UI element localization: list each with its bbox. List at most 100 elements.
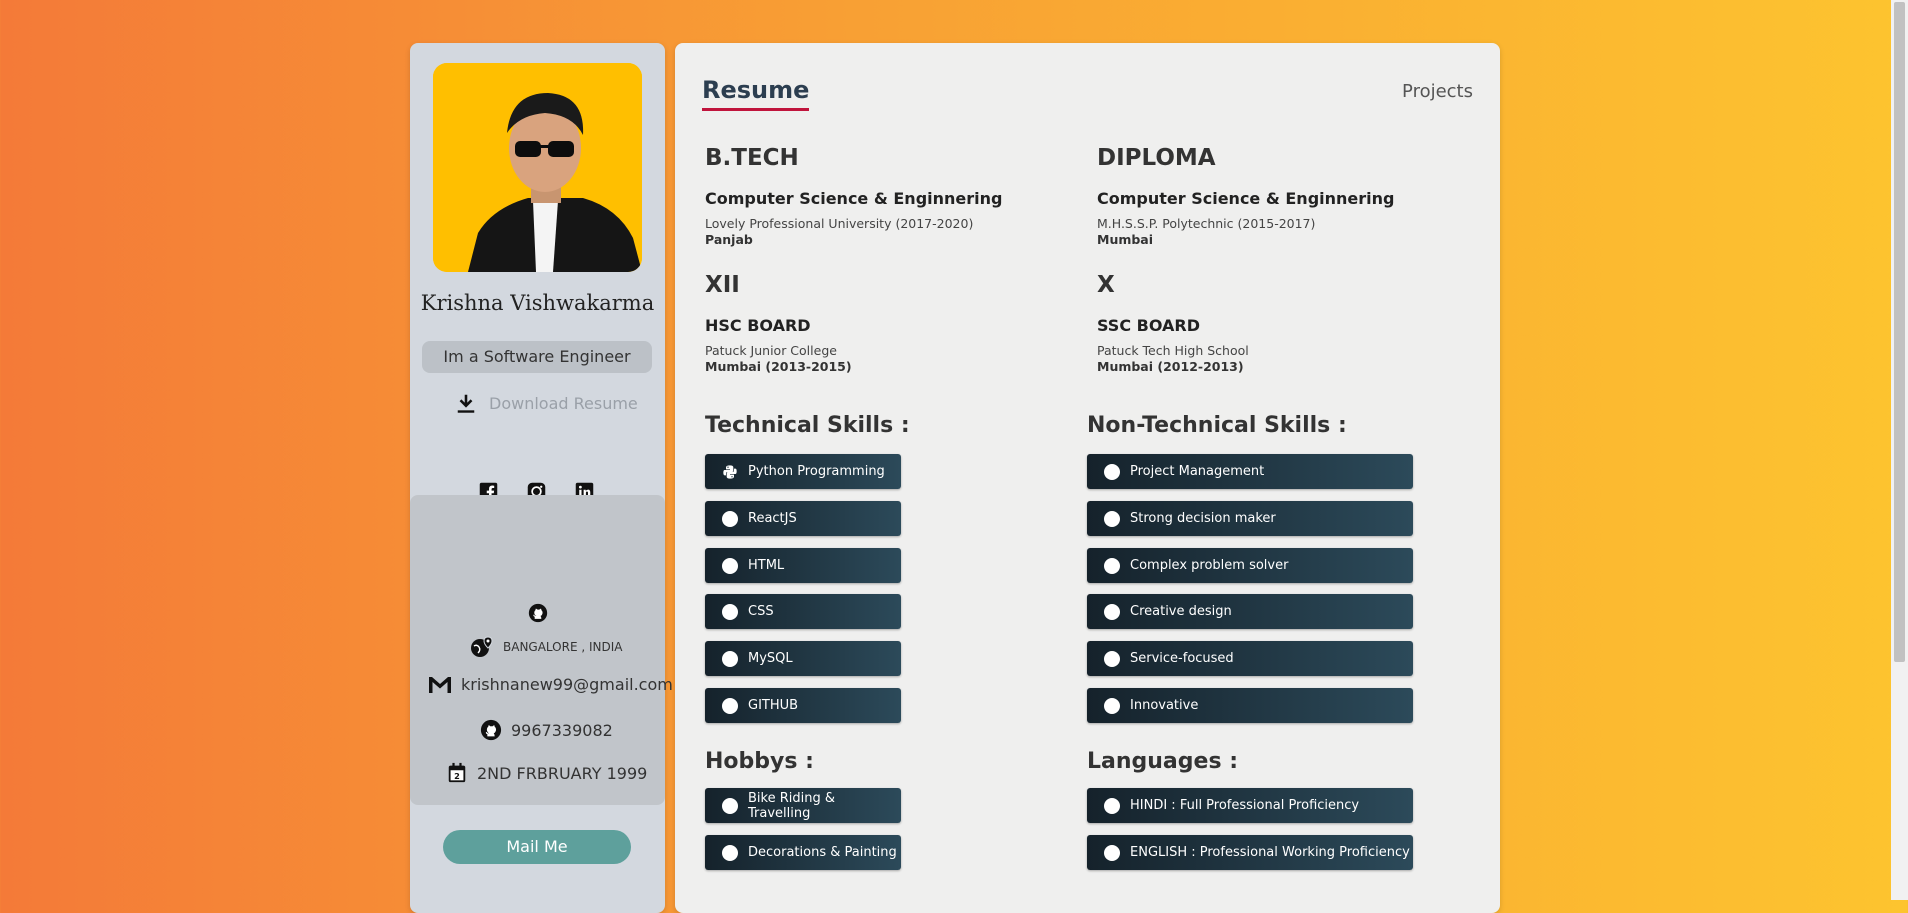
skill-label: MySQL	[748, 651, 793, 666]
github-icon[interactable]	[528, 603, 548, 623]
hobbies-title: Hobbys :	[705, 749, 814, 774]
dob-text: 2ND FRBRUARY 1999	[477, 763, 648, 783]
bullet-icon	[1104, 557, 1120, 574]
skill-chip: Python Programming	[705, 454, 901, 489]
bullet-icon	[722, 844, 738, 861]
bullet-icon	[1104, 510, 1120, 527]
contact-info: BANGALORE , INDIA krishnanew99@gmail.com…	[410, 495, 673, 805]
institute-name: Patuck Junior College	[705, 343, 837, 358]
skill-label: Innovative	[1130, 698, 1199, 713]
hobby-chip: Bike Riding & Travelling	[705, 788, 901, 823]
skill-label: Python Programming	[748, 464, 885, 479]
bullet-icon	[722, 650, 738, 667]
email-row: krishnanew99@gmail.com	[428, 675, 673, 694]
svg-text:2: 2	[454, 771, 460, 781]
tab-projects[interactable]: Projects	[1402, 81, 1473, 102]
skill-chip: Complex problem solver	[1087, 548, 1413, 583]
language-chip: ENGLISH : Professional Working Proficien…	[1087, 835, 1413, 870]
skill-label: GITHUB	[748, 698, 799, 713]
skill-chip: CSS	[705, 594, 901, 629]
bullet-icon	[1104, 650, 1120, 667]
institute-name: Patuck Tech High School	[1097, 343, 1249, 358]
degree-title: B.TECH	[705, 145, 799, 171]
phone-text: 9967339082	[511, 720, 613, 740]
skill-label: Creative design	[1130, 604, 1232, 619]
tab-resume[interactable]: Resume	[702, 76, 810, 111]
download-resume-link[interactable]: Download Resume	[455, 388, 638, 418]
skill-chip: Service-focused	[1087, 641, 1413, 676]
degree-field: Computer Science & Enginnering	[1097, 189, 1395, 208]
avatar	[433, 63, 642, 272]
download-label: Download Resume	[489, 393, 638, 413]
institute-location: Mumbai (2012-2013)	[1097, 359, 1244, 374]
github-icon	[480, 719, 502, 741]
skill-label: Service-focused	[1130, 651, 1234, 666]
institute-location: Mumbai	[1097, 232, 1154, 247]
degree-title: XII	[705, 272, 740, 298]
python-icon	[723, 464, 737, 479]
language-chip: HINDI : Full Professional Proficiency	[1087, 788, 1413, 823]
degree-field: Computer Science & Enginnering	[705, 189, 1003, 208]
degree-field: SSC BOARD	[1097, 316, 1200, 335]
degree-title: DIPLOMA	[1097, 145, 1216, 171]
bullet-icon	[722, 603, 738, 620]
bullet-icon	[722, 697, 738, 714]
institute-name: M.H.S.S.P. Polytechnic (2015-2017)	[1097, 216, 1316, 231]
location-row: BANGALORE , INDIA	[470, 635, 623, 659]
skill-chip: Creative design	[1087, 594, 1413, 629]
languages-title: Languages :	[1087, 749, 1239, 774]
institute-location: Panjab	[705, 232, 753, 247]
resume-panel: Resume Projects B.TECH Computer Science …	[675, 43, 1500, 913]
download-icon	[457, 394, 475, 413]
degree-field: HSC BOARD	[705, 316, 811, 335]
phone-row: 9967339082	[480, 719, 613, 741]
education-diploma: DIPLOMA Computer Science & Enginnering M…	[1097, 145, 1457, 247]
profile-photo	[433, 63, 642, 272]
skill-chip: MySQL	[705, 641, 901, 676]
role-badge: Im a Software Engineer	[422, 341, 652, 373]
language-label: ENGLISH : Professional Working Proficien…	[1130, 845, 1410, 860]
profile-name: Krishna Vishwakarma	[420, 291, 655, 315]
hobby-label: Bike Riding & Travelling	[748, 790, 835, 821]
education-btech: B.TECH Computer Science & Enginnering Lo…	[705, 145, 1065, 247]
skill-chip: Innovative	[1087, 688, 1413, 723]
education-xii: XII HSC BOARD Patuck Junior College Mumb…	[705, 272, 1065, 374]
email-text[interactable]: krishnanew99@gmail.com	[461, 675, 673, 694]
technical-skills-title: Technical Skills :	[705, 413, 910, 438]
non-technical-skills-title: Non-Technical Skills :	[1087, 413, 1347, 438]
skill-label: HTML	[748, 558, 785, 573]
skill-chip: ReactJS	[705, 501, 901, 536]
institute-location: Mumbai (2013-2015)	[705, 359, 852, 374]
bullet-icon	[722, 797, 738, 814]
skill-label: Complex problem solver	[1130, 558, 1289, 573]
bullet-icon	[1104, 463, 1120, 480]
hobby-chip: Decorations & Painting	[705, 835, 901, 870]
education-x: X SSC BOARD Patuck Tech High School Mumb…	[1097, 272, 1457, 374]
scrollbar-thumb[interactable]	[1894, 2, 1905, 662]
institute-name: Lovely Professional University (2017-202…	[705, 216, 974, 231]
skill-label: CSS	[748, 604, 774, 619]
skill-chip: Project Management	[1087, 454, 1413, 489]
bullet-icon	[1104, 797, 1120, 814]
mail-me-button[interactable]: Mail Me	[443, 830, 631, 864]
page-scrollbar[interactable]	[1891, 0, 1908, 900]
skill-label: ReactJS	[748, 511, 797, 526]
location-text: BANGALORE , INDIA	[503, 640, 623, 654]
bullet-icon	[722, 557, 738, 574]
calendar-icon: 2	[448, 762, 466, 783]
skill-chip: HTML	[705, 548, 901, 583]
skill-chip: GITHUB	[705, 688, 901, 723]
globe-location-icon	[471, 636, 493, 657]
bullet-icon	[1104, 844, 1120, 861]
dob-row: 2 2ND FRBRUARY 1999	[446, 762, 647, 784]
profile-sidebar: Krishna Vishwakarma Im a Software Engine…	[410, 43, 673, 913]
bullet-icon	[1104, 603, 1120, 620]
skill-label: Strong decision maker	[1130, 511, 1276, 526]
bullet-icon	[722, 510, 738, 527]
bullet-icon	[1104, 697, 1120, 714]
language-label: HINDI : Full Professional Proficiency	[1130, 798, 1360, 813]
skill-label: Project Management	[1130, 464, 1265, 479]
email-icon	[429, 676, 451, 693]
degree-title: X	[1097, 272, 1115, 298]
hobby-label: Decorations & Painting	[748, 845, 897, 860]
